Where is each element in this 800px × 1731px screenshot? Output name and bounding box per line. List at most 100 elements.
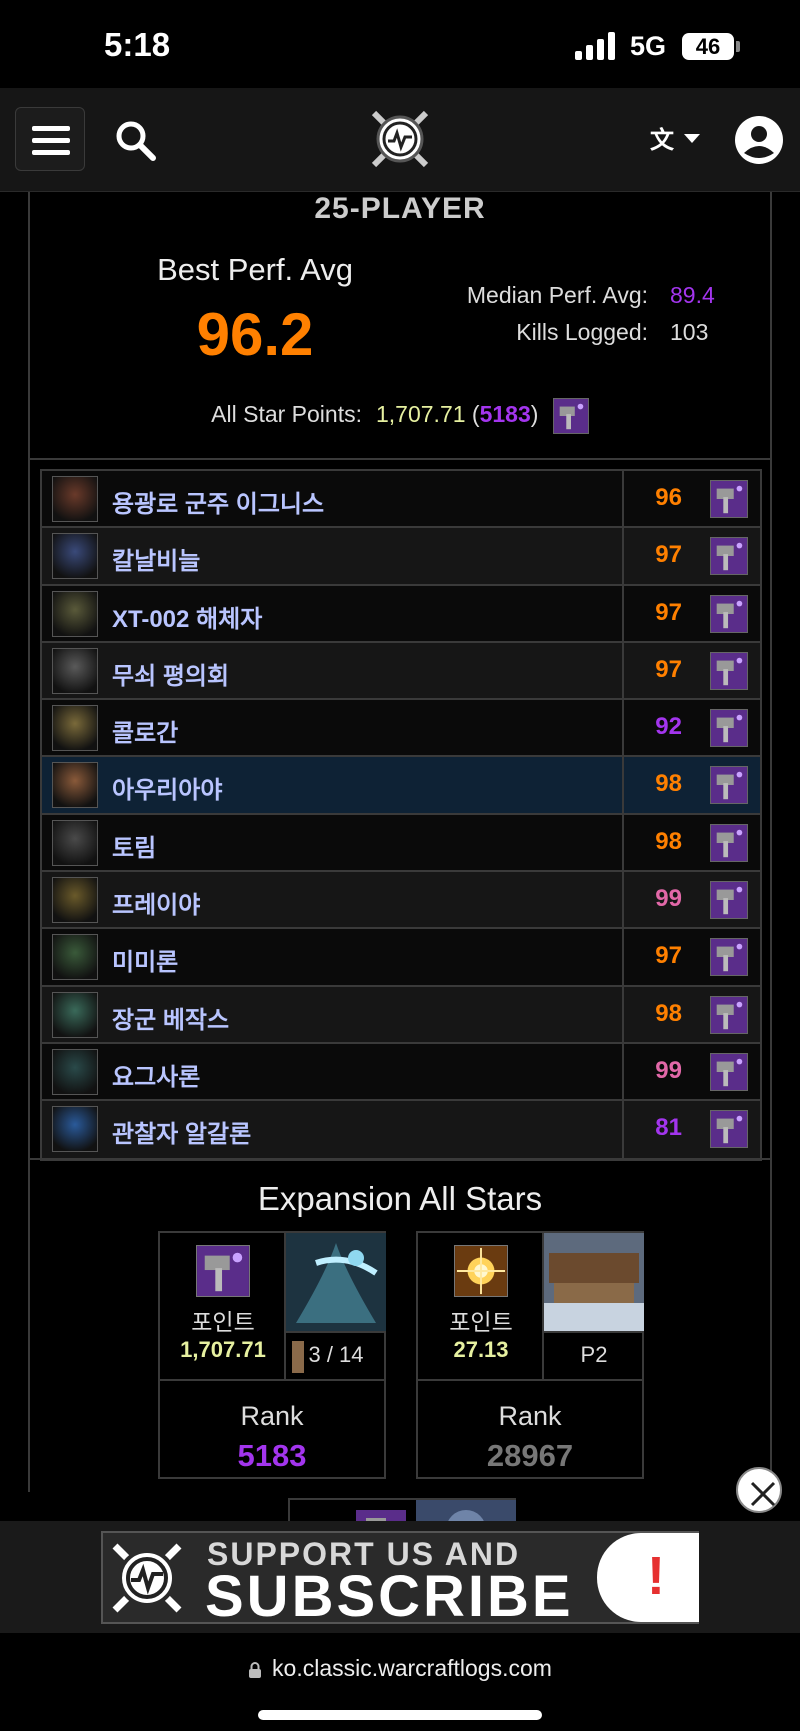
mace-icon bbox=[710, 1052, 748, 1091]
card-rank-value: 5183 bbox=[237, 1438, 307, 1473]
boss-row[interactable]: 토림 98 bbox=[42, 814, 760, 873]
boss-portrait bbox=[52, 1048, 98, 1095]
boss-name-link[interactable]: 칼날비늘 bbox=[112, 541, 200, 576]
card-progress: 3 / 14 bbox=[286, 1331, 386, 1379]
home-indicator[interactable] bbox=[258, 1710, 542, 1720]
network-label: 5G bbox=[630, 31, 667, 61]
boss-name-link[interactable]: 아우리아야 bbox=[112, 770, 222, 805]
boss-name-link[interactable]: 무쇠 평의회 bbox=[112, 656, 229, 691]
boss-name-link[interactable]: 용광로 군주 이그니스 bbox=[112, 484, 324, 519]
ad-bar: SUPPORT US AND SUBSCRIBE ! bbox=[0, 1521, 800, 1633]
boss-name-link[interactable]: 콜로간 bbox=[112, 713, 178, 748]
boss-score: 98 bbox=[655, 770, 682, 798]
column-divider bbox=[622, 814, 624, 871]
url-text: ko.classic.warcraftlogs.com bbox=[272, 1655, 552, 1681]
boss-name-link[interactable]: 요그사론 bbox=[112, 1057, 200, 1092]
boss-row[interactable]: 아우리아야 98 bbox=[42, 757, 760, 815]
allstar-points-row: All Star Points: 1,707.71 (5183) bbox=[30, 398, 770, 434]
boss-row[interactable]: 콜로간 92 bbox=[42, 700, 760, 758]
boss-row[interactable]: XT-002 해체자 97 bbox=[42, 585, 760, 643]
url-display[interactable]: ko.classic.warcraftlogs.com bbox=[0, 1655, 800, 1682]
card-progress-value: P2 bbox=[580, 1342, 608, 1367]
boss-row[interactable]: 프레이야 99 bbox=[42, 872, 760, 930]
column-divider bbox=[622, 929, 624, 985]
boss-row[interactable]: 요그사론 99 bbox=[42, 1043, 760, 1102]
boss-name-link[interactable]: 미미론 bbox=[112, 942, 178, 977]
boss-name-link[interactable]: XT-002 해체자 bbox=[112, 599, 262, 634]
expansion-all-stars-title: Expansion All Stars bbox=[257, 1180, 543, 1217]
user-icon[interactable] bbox=[734, 115, 784, 165]
boss-score: 98 bbox=[655, 999, 682, 1027]
card-progress-value: 3 / 14 bbox=[308, 1342, 364, 1367]
boss-row[interactable]: 무쇠 평의회 97 bbox=[42, 642, 760, 701]
boss-table: 용광로 군주 이그니스 96 칼날비늘 97 XT-002 해체자 97 무쇠 평의회 97 콜… bbox=[40, 469, 762, 1161]
boss-score: 97 bbox=[655, 598, 682, 626]
median-perf-label: Median Perf. Avg: bbox=[466, 282, 648, 308]
boss-row[interactable]: 미미론 97 bbox=[42, 929, 760, 987]
boss-row[interactable]: 관찰자 알갈론 81 bbox=[42, 1101, 760, 1159]
boss-row[interactable]: 장군 베작스 98 bbox=[42, 986, 760, 1044]
card-progress: P2 bbox=[544, 1331, 644, 1379]
boss-score: 97 bbox=[655, 942, 682, 970]
mace-icon bbox=[710, 823, 748, 862]
boss-portrait bbox=[52, 934, 98, 981]
boss-portrait bbox=[52, 877, 98, 924]
lock-icon bbox=[249, 1661, 262, 1678]
boss-name-link[interactable]: 관찰자 알갈론 bbox=[112, 1114, 251, 1149]
progress-bar bbox=[292, 1341, 304, 1373]
allstar-card[interactable]: 포인트 1,707.71 3 / 14 Rank 5183 bbox=[158, 1231, 386, 1479]
svg-text:文: 文 bbox=[650, 126, 675, 154]
card-rank: Rank 28967 bbox=[418, 1379, 642, 1477]
boss-name-link[interactable]: 장군 베작스 bbox=[112, 1000, 229, 1035]
mace-icon bbox=[552, 398, 589, 434]
column-divider bbox=[622, 700, 624, 756]
best-perf-label: Best Perf. Avg bbox=[157, 252, 353, 287]
battery-icon: 46 bbox=[682, 33, 734, 60]
warcraftlogs-logo[interactable] bbox=[368, 107, 432, 171]
zone-image bbox=[286, 1233, 386, 1331]
boss-portrait bbox=[52, 705, 98, 752]
mace-icon bbox=[710, 995, 748, 1034]
card-points-label: 포인트 bbox=[449, 1309, 513, 1335]
column-divider bbox=[622, 642, 624, 699]
boss-score: 92 bbox=[655, 713, 682, 741]
section-title: 25-PLAYER bbox=[314, 192, 486, 225]
holy-light-icon bbox=[454, 1245, 508, 1297]
subscribe-ad-banner[interactable]: SUPPORT US AND SUBSCRIBE ! bbox=[101, 1531, 699, 1629]
boss-row[interactable]: 용광로 군주 이그니스 96 bbox=[42, 471, 760, 529]
ad-exclamation: ! bbox=[647, 1546, 665, 1606]
navbar: 文 bbox=[0, 88, 800, 192]
mace-icon bbox=[710, 594, 748, 633]
kills-logged-label: Kills Logged: bbox=[516, 319, 648, 345]
boss-portrait bbox=[52, 590, 98, 637]
search-icon[interactable] bbox=[113, 118, 159, 164]
allstar-rank[interactable]: 5183 bbox=[480, 401, 531, 427]
zone-image bbox=[544, 1233, 644, 1331]
browser-url-bar[interactable]: ko.classic.warcraftlogs.com bbox=[0, 1633, 800, 1731]
card-points-label: 포인트 bbox=[191, 1309, 255, 1335]
allstar-close-paren: ) bbox=[530, 401, 539, 428]
translate-icon[interactable]: 文 bbox=[650, 122, 706, 156]
card-rank: Rank 5183 bbox=[160, 1379, 384, 1477]
hamburger-menu-button[interactable] bbox=[15, 107, 85, 171]
column-divider bbox=[622, 986, 624, 1042]
boss-name-link[interactable]: 프레이야 bbox=[112, 885, 200, 920]
boss-score: 98 bbox=[655, 827, 682, 855]
battery-nub bbox=[736, 41, 740, 52]
mace-icon bbox=[710, 537, 748, 576]
boss-score: 96 bbox=[655, 484, 682, 511]
median-perf-value: 89.4 bbox=[670, 282, 715, 308]
column-divider bbox=[622, 872, 624, 928]
boss-portrait bbox=[52, 647, 98, 694]
mace-icon bbox=[710, 881, 748, 920]
boss-portrait bbox=[52, 1106, 98, 1153]
boss-name-link[interactable]: 토림 bbox=[112, 828, 156, 863]
warcraftlogs-logo bbox=[112, 1543, 182, 1613]
signal-icon bbox=[575, 32, 619, 60]
mace-icon bbox=[710, 480, 748, 518]
mace-icon bbox=[710, 938, 748, 977]
boss-score: 97 bbox=[655, 655, 682, 683]
allstar-card[interactable]: 포인트 27.13 P2 Rank 28967 bbox=[416, 1231, 644, 1479]
boss-row[interactable]: 칼날비늘 97 bbox=[42, 528, 760, 586]
close-ad-button[interactable] bbox=[736, 1467, 782, 1513]
